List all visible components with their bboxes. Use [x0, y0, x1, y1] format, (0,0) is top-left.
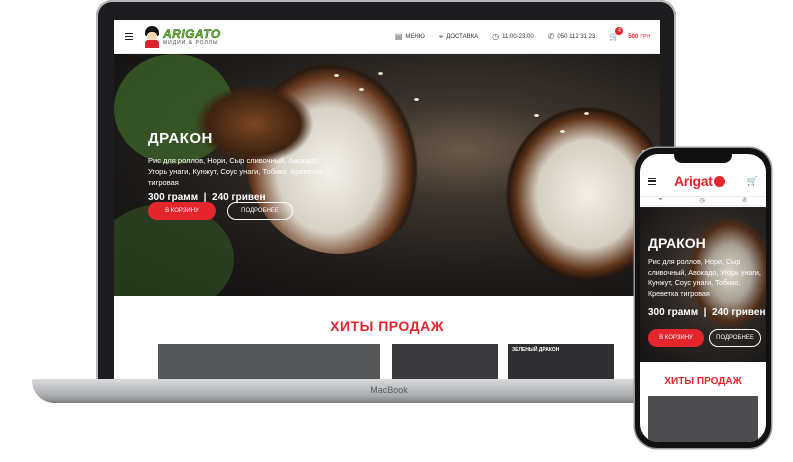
mobile-icon-bar: ⌖ ◷ ✆	[640, 196, 766, 206]
nav-phone[interactable]: ✆ 050 112 31 23	[547, 31, 596, 41]
cart-sum: 500	[628, 33, 639, 40]
mobile-header: Arigat 🛒	[640, 166, 766, 196]
location-pin-icon[interactable]: ⌖	[659, 197, 662, 205]
logo-badge-icon	[713, 176, 725, 187]
mobile-add-to-cart-button[interactable]: В КОРЗИНУ	[648, 329, 704, 347]
phone-icon: ✆	[547, 31, 555, 41]
add-to-cart-button[interactable]: В КОРЗИНУ	[148, 202, 216, 220]
header-cart[interactable]: 🛒 4 500 ГРН	[609, 26, 650, 41]
product-card-label: ЗЕЛЕНЫЙ ДРАКОН	[512, 347, 560, 353]
hero-text: ДРАКОН Рис для роллов, Нори, Сыр сливочн…	[148, 130, 338, 203]
cart-count-badge: 4	[615, 26, 624, 35]
hero-ingredients: Рис для роллов, Нори, Сыр сливочный, Аво…	[148, 156, 323, 187]
logo-name: ARIGATO	[163, 27, 221, 41]
hits-title: ХИТЫ ПРОДАЖ	[330, 318, 444, 334]
mockup-stage: ARIGATO МИДИИ & РОЛЛЫ ▤ МЕНЮ ⌖ ДОСТАВКА ◷ 1…	[0, 0, 793, 462]
mobile-details-button[interactable]: ПОДРОБНЕЕ	[709, 329, 761, 347]
mobile-product-card[interactable]	[648, 396, 758, 442]
phone-notch	[674, 154, 732, 163]
hamburger-menu-icon[interactable]	[125, 33, 133, 40]
clock-icon[interactable]: ◷	[700, 197, 705, 205]
mobile-hero-title: ДРАКОН	[648, 235, 706, 251]
nav-delivery[interactable]: ⌖ ДОСТАВКА	[438, 31, 478, 41]
product-card[interactable]	[392, 344, 498, 380]
hamburger-menu-icon[interactable]	[648, 177, 656, 185]
phone-frame: Arigat 🛒 ⌖ ◷ ✆ ДРАКОН Рис для роллов, Но…	[635, 148, 771, 448]
logo-subtitle: МИДИИ & РОЛЛЫ	[163, 40, 219, 46]
header-nav: ▤ МЕНЮ ⌖ ДОСТАВКА ◷ 11:00-23:00 ✆ 050 112 31…	[381, 26, 650, 41]
site-header: ARIGATO МИДИИ & РОЛЛЫ ▤ МЕНЮ ⌖ ДОСТАВКА ◷ 1…	[114, 20, 660, 54]
mobile-logo[interactable]: Arigat	[674, 173, 725, 189]
mobile-hero-ingredients: Рис для роллов, Нори, Сыр сливочный, Аво…	[648, 257, 761, 298]
mobile-hero-weight-price: 300 грамм | 240 гривен	[648, 307, 766, 318]
hero-banner: ДРАКОН Рис для роллов, Нори, Сыр сливочн…	[114, 54, 660, 296]
phone-icon[interactable]: ✆	[742, 197, 747, 205]
menu-book-icon: ▤	[394, 31, 403, 41]
laptop-screen: ARIGATO МИДИИ & РОЛЛЫ ▤ МЕНЮ ⌖ ДОСТАВКА ◷ 1…	[114, 20, 660, 380]
site-logo[interactable]: ARIGATO МИДИИ & РОЛЛЫ	[143, 25, 221, 48]
location-pin-icon: ⌖	[438, 31, 444, 41]
mobile-hero: ДРАКОН Рис для роллов, Нори, Сыр сливочн…	[640, 207, 766, 362]
geisha-logo-icon	[143, 25, 161, 48]
mobile-hits-title: ХИТЫ ПРОДАЖ	[664, 376, 742, 387]
details-button[interactable]: ПОДРОБНЕЕ	[227, 202, 293, 220]
nav-menu[interactable]: ▤ МЕНЮ	[394, 31, 425, 41]
phone-screen: Arigat 🛒 ⌖ ◷ ✆ ДРАКОН Рис для роллов, Но…	[640, 154, 766, 442]
product-card[interactable]: ЗЕЛЕНЫЙ ДРАКОН	[508, 344, 614, 380]
cart-currency: ГРН	[640, 33, 650, 40]
clock-icon: ◷	[492, 31, 500, 41]
hero-title: ДРАКОН	[148, 130, 213, 147]
product-card[interactable]	[158, 344, 380, 380]
nav-hours: ◷ 11:00-23:00	[492, 31, 534, 41]
cart-icon[interactable]: 🛒	[747, 176, 758, 187]
